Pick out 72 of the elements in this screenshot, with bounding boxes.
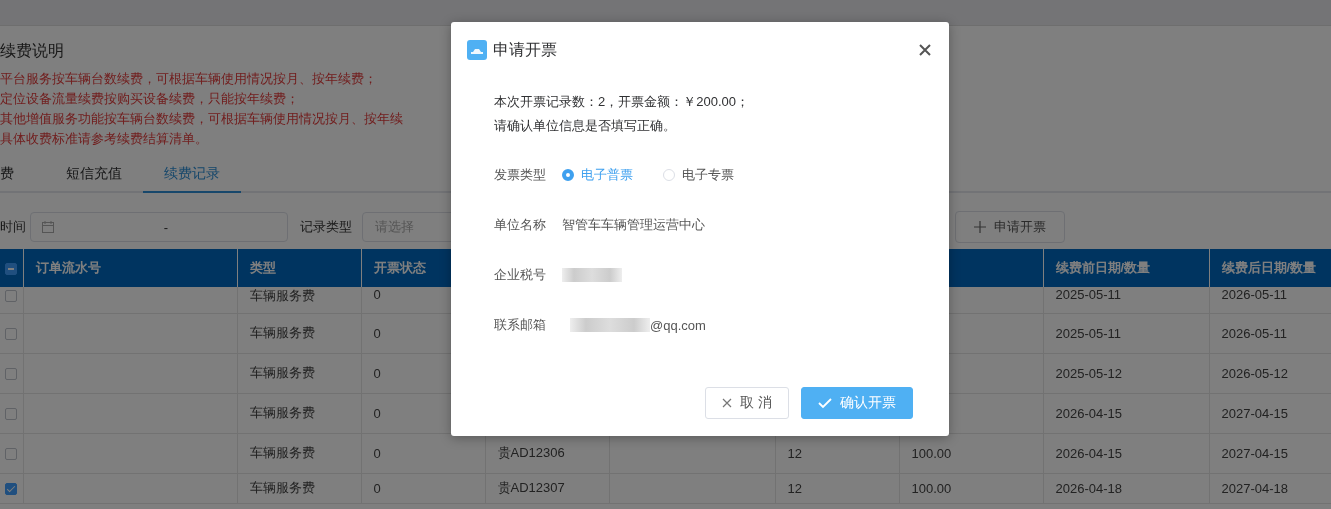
- table-cell: 车辆服务费: [249, 325, 315, 340]
- tab[interactable]: 费: [0, 157, 45, 193]
- note-text: 具体收费标准请参考续费结算清单。: [0, 130, 208, 148]
- table-cell: 0: [373, 325, 381, 341]
- tab[interactable]: 短信充值: [45, 157, 143, 193]
- field-label: 单位名称: [494, 216, 547, 234]
- redaction-block: [562, 268, 622, 282]
- table-cell: 车辆服务费: [249, 480, 315, 495]
- table-cell: 2026-04-18: [1055, 480, 1122, 496]
- section-title: 续费说明: [0, 41, 64, 61]
- table-cell: 12: [787, 480, 802, 496]
- close-icon[interactable]: [917, 42, 933, 58]
- table-cell: 2025-05-11: [1055, 325, 1122, 341]
- table-cell: 2026-04-15: [1055, 445, 1122, 461]
- table-cell: 2026-05-11: [1221, 287, 1288, 302]
- field-value: 智管车车辆管理运营中心: [562, 216, 705, 234]
- table-cell: 2026-05-12: [1221, 365, 1288, 381]
- field-label: 发票类型: [494, 166, 547, 184]
- dialog-title: 申请开票: [493, 39, 558, 60]
- table-cell: 贵AD12307: [497, 480, 565, 495]
- field-label: 时间: [0, 218, 26, 236]
- row-checkbox[interactable]: [5, 368, 18, 381]
- table-cell: 2025-05-11: [1055, 287, 1122, 302]
- table-cell: 车辆服务费: [249, 365, 315, 380]
- field-label: 记录类型: [300, 218, 352, 236]
- cancel-button[interactable]: 取 消: [705, 387, 789, 419]
- row-checkbox[interactable]: [5, 408, 18, 421]
- radio-option[interactable]: 电子专票: [663, 166, 734, 184]
- column-header[interactable]: 订单流水号: [35, 260, 101, 275]
- summary-text: 请确认单位信息是否填写正确。: [494, 117, 677, 135]
- field-label: 联系邮箱: [494, 316, 547, 334]
- note-text: 其他增值服务功能按车辆台数续费，可根据车辆使用情况按月、按年续: [0, 110, 403, 128]
- check-icon: [818, 397, 832, 409]
- table-cell: 车辆服务费: [249, 288, 315, 303]
- table-cell: 2026-04-15: [1055, 405, 1122, 421]
- date-range-field[interactable]: -: [30, 212, 288, 242]
- row-checkbox[interactable]: [5, 448, 18, 461]
- table-cell: 2025-05-12: [1055, 365, 1122, 381]
- car-logo-icon: [467, 40, 487, 60]
- table-cell: 车辆服务费: [249, 405, 315, 420]
- field-label: 企业税号: [494, 266, 547, 284]
- table-cell: 0: [373, 287, 381, 302]
- table-cell: 100.00: [911, 480, 952, 496]
- table-cell: 0: [373, 405, 381, 421]
- close-icon: [722, 398, 733, 408]
- field-value: @qq.com: [650, 317, 706, 333]
- row-checkbox[interactable]: [5, 328, 18, 341]
- table-cell: 2026-05-11: [1221, 325, 1288, 341]
- table-cell: 2027-04-15: [1221, 405, 1288, 421]
- plus-icon: [974, 221, 986, 233]
- note-text: 平台服务按车辆台数续费，可根据车辆使用情况按月、按年续费；: [0, 70, 377, 88]
- column-header[interactable]: 开票状态: [373, 260, 426, 275]
- row-checkbox[interactable]: [5, 483, 18, 496]
- apply-invoice-button[interactable]: 申请开票: [955, 211, 1065, 243]
- note-text: 定位设备流量续费按购买设备续费，只能按年续费；: [0, 90, 299, 108]
- table-cell: 2027-04-15: [1221, 445, 1288, 461]
- select-all-checkbox[interactable]: [5, 263, 18, 276]
- calendar-icon: [41, 220, 55, 234]
- table-cell: 0: [373, 365, 381, 381]
- table-cell: 0: [373, 480, 381, 496]
- table-cell: 0: [373, 445, 381, 461]
- summary-text: 本次开票记录数：2，开票金额：￥200.00；: [494, 93, 750, 111]
- table-cell: 贵AD12306: [497, 445, 565, 460]
- confirm-button[interactable]: 确认开票: [801, 387, 913, 419]
- row-checkbox[interactable]: [5, 289, 18, 302]
- table-cell: 12: [787, 445, 802, 461]
- table-cell: 车辆服务费: [249, 445, 315, 460]
- table-cell: 100.00: [911, 445, 952, 461]
- tab[interactable]: 续费记录: [143, 157, 241, 193]
- column-header[interactable]: 类型: [249, 260, 276, 275]
- table-cell: 2027-04-18: [1221, 480, 1288, 496]
- radio-option[interactable]: 电子普票: [562, 166, 633, 184]
